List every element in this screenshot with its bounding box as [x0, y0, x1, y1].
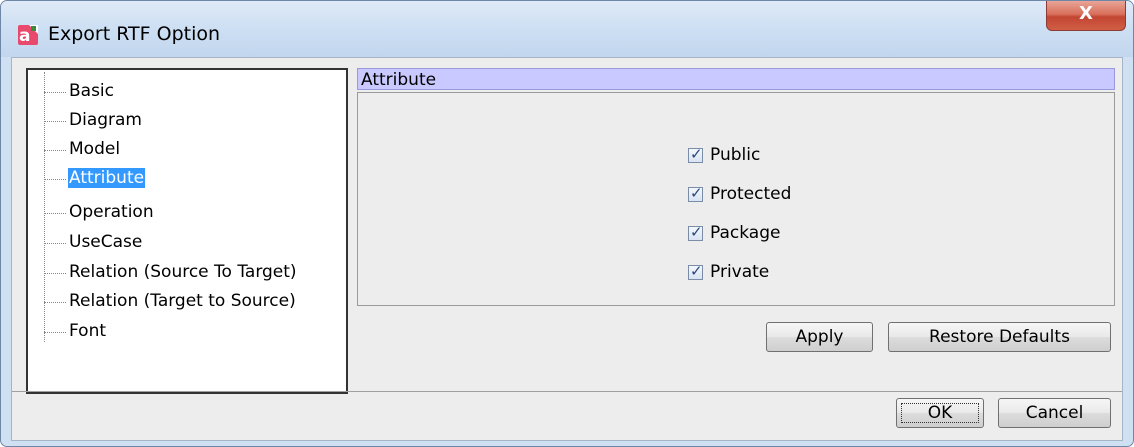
checkbox-label: Package [710, 223, 781, 243]
attribute-options-panel: Attribute ✓ Public ✓ Protected ✓ Package… [357, 68, 1117, 308]
tree-item-label: Operation [69, 202, 154, 222]
restore-defaults-button[interactable]: Restore Defaults [888, 322, 1111, 352]
cancel-button[interactable]: Cancel [998, 398, 1111, 428]
tree-item-label: Basic [69, 81, 115, 101]
tree-item-label: Model [69, 139, 121, 159]
tree-item-label: UseCase [69, 232, 143, 252]
tree-item-label: Relation (Target to Source) [69, 291, 296, 311]
close-icon: X [1079, 3, 1093, 24]
footer-divider [12, 391, 1122, 392]
checkbox-label: Protected [710, 184, 792, 204]
dialog-content: Basic Diagram Model Attribute Operation … [11, 57, 1123, 441]
checkbox-box[interactable]: ✓ [688, 145, 703, 163]
tree-item-label: Diagram [69, 110, 142, 130]
window-title: Export RTF Option [48, 23, 221, 45]
checkmark-icon: ✓ [690, 184, 703, 202]
checkmark-icon: ✓ [690, 145, 703, 163]
tree-item-label: Font [69, 321, 107, 341]
checkbox-box[interactable]: ✓ [688, 262, 703, 280]
ok-button[interactable]: OK [896, 398, 984, 428]
apply-button[interactable]: Apply [766, 322, 873, 352]
app-icon: a [18, 25, 38, 45]
checkbox-box[interactable]: ✓ [688, 223, 703, 241]
checkbox-label: Public [710, 145, 761, 165]
dialog-window: a Export RTF Option X Basic Diagram Mode… [0, 0, 1134, 447]
checkbox-label: Private [710, 262, 770, 282]
panel-title: Attribute [357, 68, 1115, 90]
tree-item-label: Relation (Source To Target) [69, 262, 297, 282]
panel-body: ✓ Public ✓ Protected ✓ Package ✓ Private [357, 92, 1115, 306]
title-bar[interactable]: a Export RTF Option X [1, 1, 1133, 57]
checkmark-icon: ✓ [690, 262, 703, 280]
close-button[interactable]: X [1046, 1, 1126, 31]
options-tree: Basic Diagram Model Attribute Operation … [26, 68, 348, 394]
checkbox-box[interactable]: ✓ [688, 184, 703, 202]
tree-item-label: Attribute [68, 168, 146, 188]
checkmark-icon: ✓ [690, 223, 703, 241]
